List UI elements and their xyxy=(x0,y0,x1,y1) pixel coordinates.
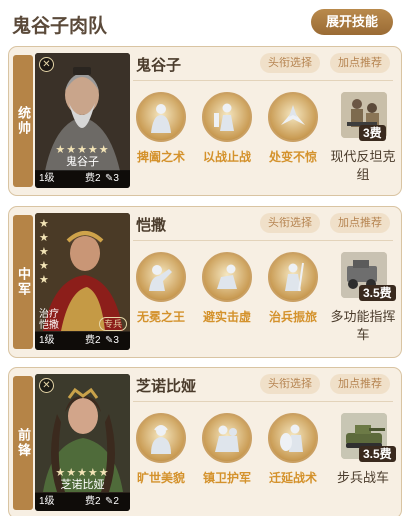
skill-name: 旷世美貌 xyxy=(136,471,185,485)
equipment-item[interactable]: 3费 现代反坦克组 xyxy=(329,92,397,192)
expand-skills-button[interactable]: 展开技能 xyxy=(311,9,393,35)
skill-slot[interactable]: 镇卫护军 xyxy=(198,413,256,503)
troop-count: ✎3 xyxy=(105,335,119,346)
skill-name: 避实击虚 xyxy=(202,310,251,324)
divider xyxy=(133,80,393,81)
skill-name: 无冕之王 xyxy=(136,310,185,324)
hero-cost: 费2 xyxy=(85,335,101,346)
item-cost: 3.5费 xyxy=(359,285,396,301)
item-name: 多功能指挥车 xyxy=(330,309,396,342)
portrait-stats: 1级 费2 ✎3 xyxy=(35,170,130,188)
hero-portrait[interactable]: ✕ ★★★★★ 芝诺比娅 1级 费2 ✎2 xyxy=(35,374,130,511)
divider xyxy=(133,240,393,241)
equipment-item[interactable]: 3.5费 步兵战车 xyxy=(329,413,397,513)
specialty-tag: 专兵 xyxy=(98,317,127,331)
position-tab: 中军 xyxy=(13,215,33,349)
hero-card-vanguard: 前锋 ✕ ★★★★★ 芝诺比娅 1级 费2 ✎2 芝诺比娅 头衔选择 加点推荐 xyxy=(8,367,402,516)
header: 鬼谷子肉队 展开技能 xyxy=(0,0,411,44)
skill-fist-icon xyxy=(136,252,186,302)
portrait-stats: 1级 费2 ✎2 xyxy=(35,493,130,511)
troop-count: ✎3 xyxy=(105,173,119,184)
hero-portrait[interactable]: ★ ★ ★ ★ ★ 专兵 治疗 恺撒 1级 费2 ✎3 xyxy=(35,213,130,350)
portrait-name: 芝诺比娅 xyxy=(60,479,105,491)
divider xyxy=(133,401,393,402)
skill-slot[interactable]: 以战止战 xyxy=(198,92,256,182)
skill-warrior-icon xyxy=(202,92,252,142)
skill-soldier-icon xyxy=(268,252,318,302)
skill-name: 迁延战术 xyxy=(268,471,317,485)
title-select-button[interactable]: 头衔选择 xyxy=(260,213,320,233)
skill-wings-icon xyxy=(268,92,318,142)
skill-crouch-icon xyxy=(202,252,252,302)
skill-lady-icon xyxy=(136,413,186,463)
portrait-name: 鬼谷子 xyxy=(66,156,99,168)
item-name: 步兵战车 xyxy=(336,470,389,485)
hero-cost: 费2 xyxy=(85,173,101,184)
hero-level: 1级 xyxy=(39,173,55,184)
hero-level: 1级 xyxy=(39,335,55,346)
hero-cost: 费2 xyxy=(85,496,101,507)
item-name: 现代反坦克组 xyxy=(330,149,396,182)
page-title: 鬼谷子肉队 xyxy=(12,16,108,37)
skill-name: 治兵振旅 xyxy=(268,310,317,324)
skill-slot[interactable]: 旷世美貌 xyxy=(132,413,190,503)
title-select-button[interactable]: 头衔选择 xyxy=(260,374,320,394)
skill-slot[interactable]: 捭阖之术 xyxy=(132,92,190,182)
hero-portrait[interactable]: ✕ ★★★★★ 鬼谷子 1级 费2 ✎3 xyxy=(35,53,130,188)
item-cost: 3费 xyxy=(359,125,386,141)
star-rating: ★★★★★ xyxy=(39,218,49,286)
skill-name: 以战止战 xyxy=(202,150,251,164)
skill-slot[interactable]: 处变不惊 xyxy=(264,92,322,182)
portrait-stats: 1级 费2 ✎3 xyxy=(35,332,130,350)
team-page: 鬼谷子肉队 展开技能 统帅 ✕ ★★★★★ 鬼谷子 1级 费2 ✎3 鬼谷子 头 xyxy=(0,0,411,516)
points-recommend-button[interactable]: 加点推荐 xyxy=(330,374,390,394)
title-select-button[interactable]: 头衔选择 xyxy=(260,53,320,73)
hero-level: 1级 xyxy=(39,496,55,507)
equipment-item[interactable]: 3.5费 多功能指挥车 xyxy=(329,252,397,352)
hero-name: 芝诺比娅 xyxy=(136,378,197,395)
hero-name: 恺撒 xyxy=(136,217,167,234)
skill-name: 捭阖之术 xyxy=(136,150,185,164)
points-recommend-button[interactable]: 加点推荐 xyxy=(330,213,390,233)
hero-card-commander: 统帅 ✕ ★★★★★ 鬼谷子 1级 费2 ✎3 鬼谷子 头衔选择 加点推荐 捭阖… xyxy=(8,46,402,196)
points-recommend-button[interactable]: 加点推荐 xyxy=(330,53,390,73)
item-cost: 3.5费 xyxy=(359,446,396,462)
close-icon[interactable]: ✕ xyxy=(39,57,54,72)
skill-guard-icon xyxy=(202,413,252,463)
position-tab: 统帅 xyxy=(13,55,33,187)
close-icon[interactable]: ✕ xyxy=(39,378,54,393)
skill-name: 处变不惊 xyxy=(268,150,317,164)
skill-slot[interactable]: 避实击虚 xyxy=(198,252,256,342)
skill-shield-icon xyxy=(268,413,318,463)
troop-count: ✎2 xyxy=(105,496,119,507)
skill-slot[interactable]: 治兵振旅 xyxy=(264,252,322,342)
hero-card-center: 中军 ★ ★ ★ ★ ★ 专兵 治疗 恺撒 1级 费2 ✎3 恺撒 头衔选择 加点推荐 xyxy=(8,206,402,358)
skill-slot[interactable]: 迁延战术 xyxy=(264,413,322,503)
portrait-name: 治疗 恺撒 xyxy=(39,309,59,331)
position-tab: 前锋 xyxy=(13,376,33,510)
skill-name: 镇卫护军 xyxy=(202,471,251,485)
skill-slot[interactable]: 无冕之王 xyxy=(132,252,190,342)
hero-name: 鬼谷子 xyxy=(136,57,182,74)
skill-figure-icon xyxy=(136,92,186,142)
